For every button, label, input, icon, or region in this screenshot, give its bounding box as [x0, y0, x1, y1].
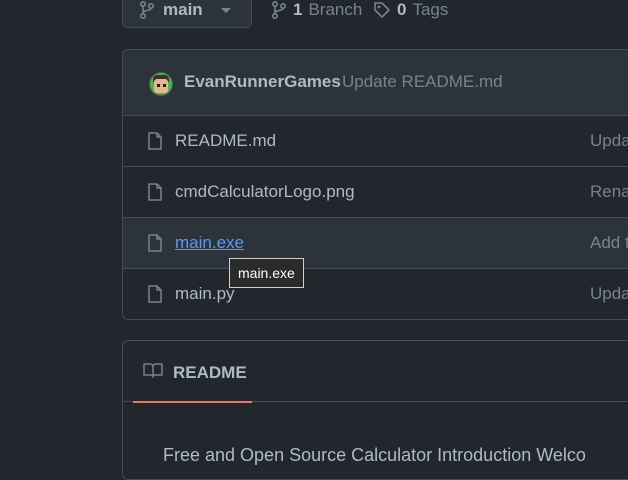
- tag-label: Tags: [412, 0, 449, 19]
- list-item: main.py Upda: [123, 269, 628, 319]
- tags-link[interactable]: 0 Tags: [373, 0, 448, 20]
- branch-count: 1: [293, 0, 303, 19]
- tab-readme[interactable]: README: [133, 341, 252, 403]
- file-name-link[interactable]: main.exe: [175, 233, 244, 253]
- list-item: README.md Upda: [123, 116, 628, 167]
- file-name-link[interactable]: README.md: [175, 131, 276, 151]
- chevron-down-icon: [221, 8, 231, 13]
- list-item: cmdCalculatorLogo.png Rena: [123, 167, 628, 218]
- git-branch-icon: [140, 1, 155, 19]
- file-commit-message[interactable]: Add t: [590, 233, 628, 253]
- latest-commit-row: EvanRunnerGames Update README.md: [123, 50, 628, 116]
- file-commit-message[interactable]: Rena: [590, 182, 628, 202]
- file-icon: [148, 234, 162, 252]
- branches-link[interactable]: 1 Branch: [271, 0, 362, 20]
- file-icon: [148, 132, 162, 150]
- tab-underline: [133, 401, 252, 403]
- commit-message[interactable]: Update README.md: [342, 72, 503, 92]
- branch-selector-button[interactable]: main: [122, 0, 252, 28]
- git-branch-icon: [272, 1, 287, 19]
- file-name-link[interactable]: main.py: [175, 284, 235, 304]
- file-commit-message[interactable]: Upda: [590, 131, 628, 151]
- list-item: main.exe Add t: [123, 218, 628, 269]
- readme-header: README: [123, 341, 628, 403]
- branch-name: main: [163, 0, 203, 19]
- tooltip: main.exe: [229, 258, 304, 288]
- tag-icon: [374, 2, 390, 18]
- commit-author[interactable]: EvanRunnerGames: [184, 72, 341, 92]
- readme-panel: README Free and Open Source Calculator I…: [122, 340, 628, 480]
- avatar[interactable]: [149, 72, 173, 96]
- file-icon: [148, 183, 162, 201]
- file-name-link[interactable]: cmdCalculatorLogo.png: [175, 182, 355, 202]
- tag-count: 0: [397, 0, 407, 19]
- branch-label: Branch: [308, 0, 363, 19]
- file-icon: [148, 285, 162, 303]
- file-list: EvanRunnerGames Update README.md README.…: [122, 49, 628, 320]
- readme-body-text: Free and Open Source Calculator Introduc…: [163, 445, 586, 465]
- book-icon: [143, 363, 163, 378]
- readme-tab-label: README: [173, 363, 247, 382]
- file-commit-message[interactable]: Upda: [590, 284, 628, 304]
